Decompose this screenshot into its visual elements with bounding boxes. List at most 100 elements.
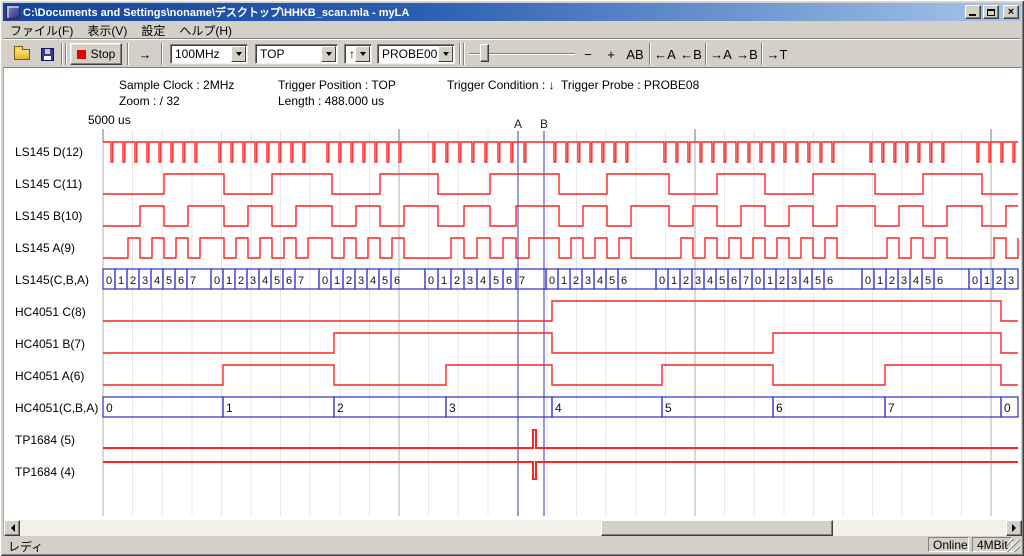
combo-dropdown-button[interactable] [438,46,453,62]
svg-text:1: 1 [767,275,773,287]
chevron-down-icon [443,52,449,59]
svg-text:4: 4 [707,275,713,287]
save-file-button[interactable] [36,43,58,65]
run-button[interactable]: → [132,43,158,65]
svg-text:6: 6 [731,275,737,287]
chevron-down-icon [326,52,332,59]
toolbar-separator [459,43,461,65]
trigger-probe-value: PROBE00 [378,47,437,61]
resize-grip[interactable] [1007,539,1020,552]
svg-text:6: 6 [286,275,292,287]
horizontal-scrollbar[interactable] [4,520,1022,536]
combo-dropdown-button[interactable] [321,46,336,62]
svg-text:1: 1 [118,275,124,287]
scroll-right-button[interactable] [1006,520,1022,536]
svg-text:6: 6 [178,275,184,287]
zoom-in-button[interactable]: + [601,43,621,65]
trace-ls145-d [103,142,1018,162]
svg-text:1: 1 [226,401,233,415]
set-cursor-b-button[interactable]: →B [735,43,759,65]
open-file-button[interactable] [11,43,33,65]
svg-text:5: 5 [382,275,388,287]
waveform-client-area: Sample Clock : 2MHz Trigger Position : T… [3,67,1021,536]
svg-text:0: 0 [322,275,328,287]
stop-button[interactable]: Stop [70,43,122,65]
zoom-ab-button[interactable]: AB [623,43,647,65]
svg-text:2: 2 [779,275,785,287]
svg-text:7: 7 [190,275,196,287]
svg-text:7: 7 [519,275,525,287]
waveform-plot[interactable]: AB01234567012345670123456012345670123456… [4,68,1022,520]
zoom-slider[interactable] [469,43,575,65]
svg-text:2: 2 [238,275,244,287]
svg-text:6: 6 [827,275,833,287]
svg-text:2: 2 [346,275,352,287]
zoom-out-button[interactable]: − [578,43,598,65]
minimize-button[interactable] [965,5,981,19]
trigger-probe-combo[interactable]: PROBE00 [377,44,455,64]
svg-text:0: 0 [659,275,665,287]
svg-text:7: 7 [743,275,749,287]
svg-text:1: 1 [984,275,990,287]
slider-thumb[interactable] [480,44,489,62]
svg-text:4: 4 [913,275,919,287]
status-bar: レディ Online 4MBit [3,537,1021,553]
combo-dropdown-button[interactable] [355,46,370,62]
svg-text:3: 3 [1008,275,1014,287]
svg-text:3: 3 [901,275,907,287]
sample-clock-value: 100MHz [171,47,230,61]
app-icon [6,5,20,19]
goto-cursor-b-button[interactable]: ←B [679,43,703,65]
trace-hc4051-a [103,365,1018,385]
svg-text:0: 0 [428,275,434,287]
svg-text:0: 0 [755,275,761,287]
svg-text:5: 5 [166,275,172,287]
trace-tp1684-5 [103,430,1018,448]
toolbar-separator [649,43,651,65]
svg-text:0: 0 [865,275,871,287]
toolbar-separator [463,43,465,65]
title-bar: C:\Documents and Settings\noname\デスクトップ\… [3,3,1021,21]
svg-text:6: 6 [506,275,512,287]
status-memory-pane: 4MBit [972,537,1012,552]
cursors[interactable]: AB [514,117,548,516]
svg-text:4: 4 [262,275,268,287]
svg-text:4: 4 [154,275,160,287]
goto-trigger-button[interactable]: →T [765,43,789,65]
svg-text:1: 1 [877,275,883,287]
combo-dropdown-button[interactable] [231,46,246,62]
svg-text:0: 0 [106,275,112,287]
trace-ls145-a [103,238,1018,258]
svg-text:3: 3 [142,275,148,287]
scrollbar-thumb[interactable] [601,520,833,536]
status-ready-text: レディ [8,538,43,555]
svg-text:7: 7 [888,401,895,415]
set-cursor-a-button[interactable]: →A [709,43,733,65]
save-floppy-icon [41,48,54,61]
svg-text:7: 7 [298,275,304,287]
trigger-edge-combo[interactable]: ↑ [344,44,372,64]
close-button[interactable]: × [1003,5,1019,19]
svg-text:5: 5 [925,275,931,287]
svg-text:6: 6 [394,275,400,287]
toolbar-separator [127,43,129,65]
svg-text:4: 4 [803,275,809,287]
svg-text:1: 1 [671,275,677,287]
sample-clock-combo[interactable]: 100MHz [170,44,248,64]
svg-text:5: 5 [719,275,725,287]
trigger-position-combo[interactable]: TOP [255,44,338,64]
app-window: C:\Documents and Settings\noname\デスクトップ\… [0,0,1024,556]
svg-text:2: 2 [130,275,136,287]
scroll-left-button[interactable] [4,520,20,536]
toolbar-separator [161,43,163,65]
maximize-button[interactable] [983,5,999,19]
svg-text:0: 0 [106,401,113,415]
cursor-a-label: A [514,117,522,131]
goto-cursor-a-button[interactable]: ←A [653,43,677,65]
svg-text:5: 5 [609,275,615,287]
svg-text:0: 0 [549,275,555,287]
minimize-icon [969,14,976,16]
toolbar-separator [705,43,707,65]
trace-tp1684-4 [103,462,1018,479]
svg-text:3: 3 [449,401,456,415]
